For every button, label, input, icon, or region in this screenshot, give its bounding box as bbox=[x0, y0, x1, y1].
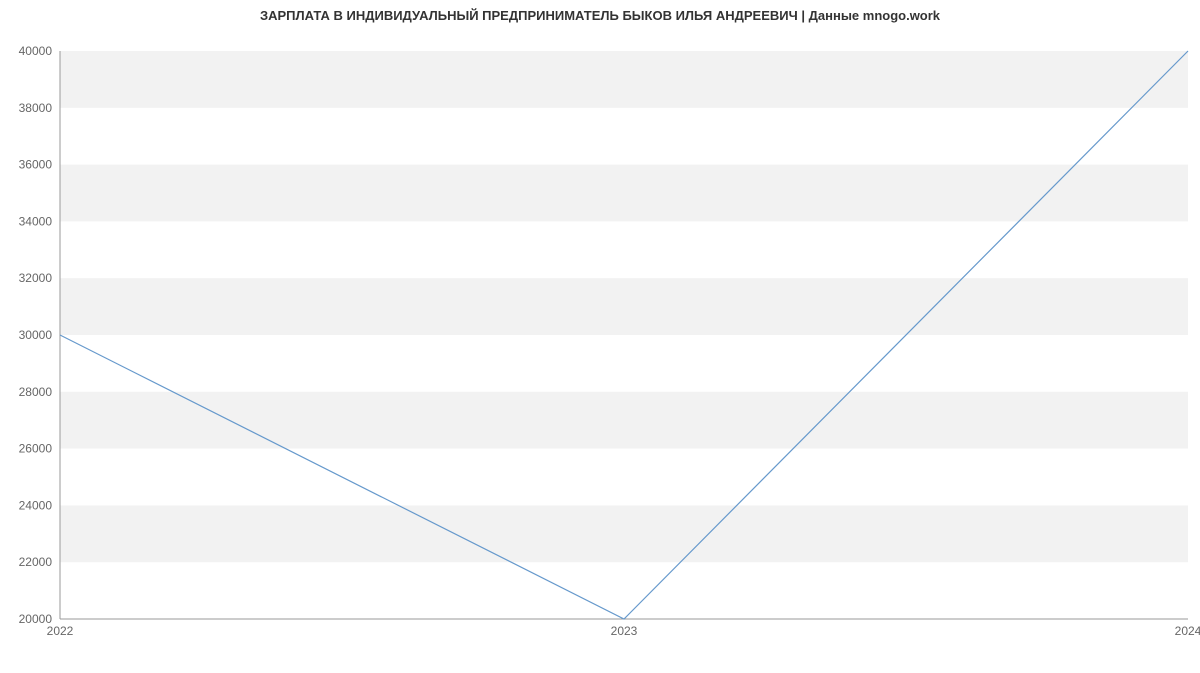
y-tick-label: 40000 bbox=[19, 44, 53, 58]
y-tick-label: 22000 bbox=[19, 555, 53, 569]
grid-band bbox=[60, 51, 1188, 108]
x-tick-label: 2023 bbox=[611, 624, 638, 638]
y-tick-label: 24000 bbox=[19, 498, 53, 512]
chart-svg: 2000022000240002600028000300003200034000… bbox=[0, 23, 1200, 673]
chart-title: ЗАРПЛАТА В ИНДИВИДУАЛЬНЫЙ ПРЕДПРИНИМАТЕЛ… bbox=[0, 0, 1200, 23]
y-tick-label: 30000 bbox=[19, 328, 53, 342]
y-tick-label: 34000 bbox=[19, 214, 53, 228]
y-tick-label: 38000 bbox=[19, 101, 53, 115]
y-tick-label: 32000 bbox=[19, 271, 53, 285]
grid-band bbox=[60, 505, 1188, 562]
y-tick-label: 28000 bbox=[19, 385, 53, 399]
x-tick-label: 2022 bbox=[47, 624, 74, 638]
line-chart: ЗАРПЛАТА В ИНДИВИДУАЛЬНЫЙ ПРЕДПРИНИМАТЕЛ… bbox=[0, 0, 1200, 650]
x-tick-label: 2024 bbox=[1175, 624, 1200, 638]
y-tick-label: 36000 bbox=[19, 158, 53, 172]
y-tick-label: 26000 bbox=[19, 442, 53, 456]
grid-band bbox=[60, 278, 1188, 335]
grid-band bbox=[60, 165, 1188, 222]
